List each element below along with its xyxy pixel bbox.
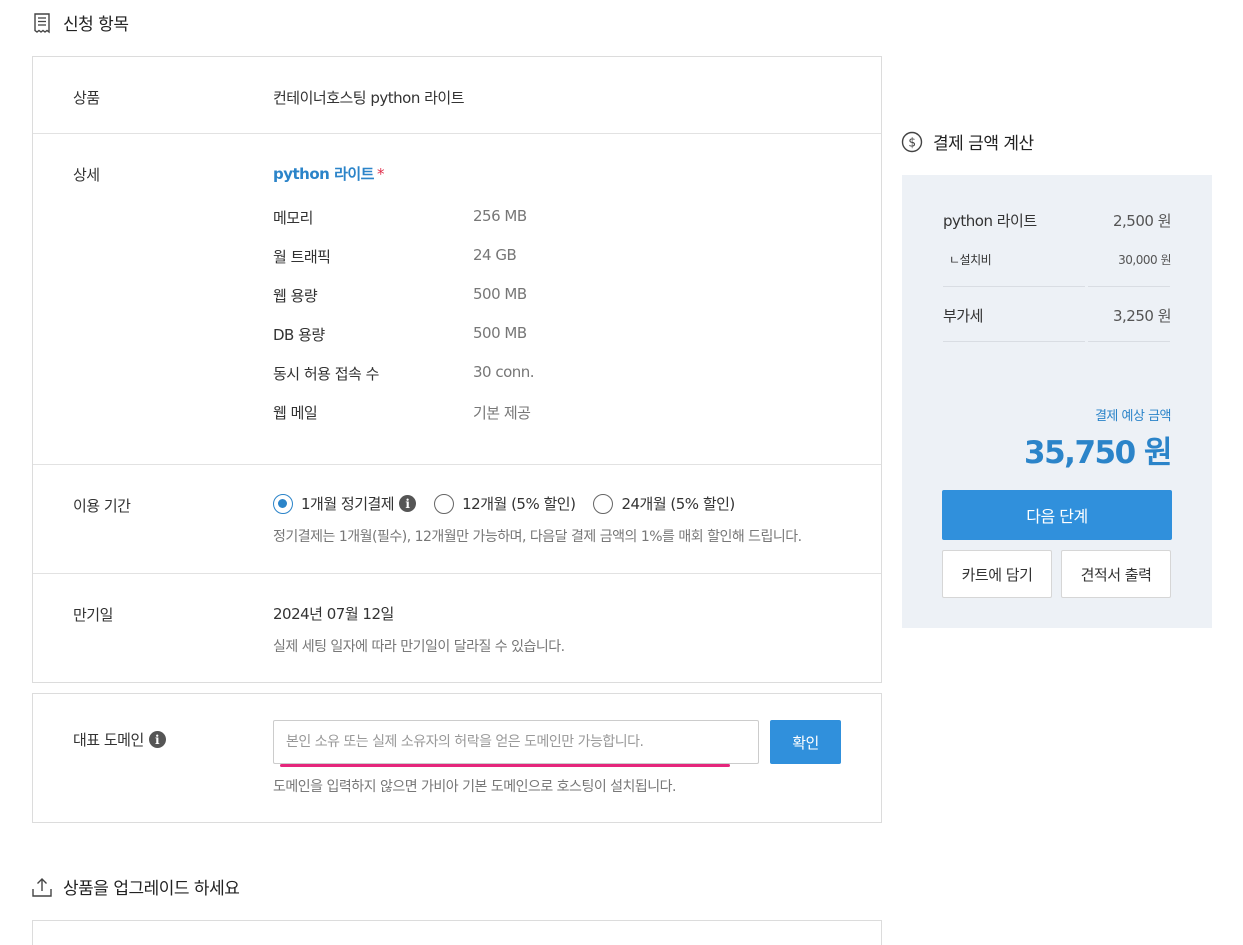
plan-title: python 라이트 * xyxy=(273,163,833,184)
payment-section-title-text: 결제 금액 계산 xyxy=(933,134,1034,154)
payment-section-title: $ 결제 금액 계산 xyxy=(901,129,1034,154)
receipt-icon xyxy=(31,12,53,34)
domain-label: 대표 도메인 i xyxy=(73,729,166,750)
upgrade-section-title: 상품을 업그레이드 하세요 xyxy=(31,874,240,899)
period-option-label: 24개월 (5% 할인) xyxy=(621,495,735,513)
order-details-box: 상품 컨테이너호스팅 python 라이트 상세 python 라이트 * 메모리… xyxy=(32,56,882,683)
period-option-12months[interactable]: 12개월 (5% 할인) xyxy=(434,493,576,514)
payment-line-value: 2,500 원 xyxy=(1112,212,1172,230)
radio-button[interactable] xyxy=(593,493,614,514)
expiry-date: 2024년 07월 12일 xyxy=(273,605,394,623)
period-row: 이용 기간 1개월 정기결제 i 12개월 (5% 할인) 24개월 (5% 할… xyxy=(33,465,881,574)
spec-key: DB 용량 xyxy=(273,326,325,344)
period-option-label: 12개월 (5% 할인) xyxy=(462,495,576,513)
spec-key: 월 트래픽 xyxy=(273,248,331,266)
domain-input[interactable] xyxy=(273,720,759,764)
domain-note: 도메인을 입력하지 않으면 가비아 기본 도메인으로 호스팅이 설치됩니다. xyxy=(273,779,677,795)
period-body: 1개월 정기결제 i 12개월 (5% 할인) 24개월 (5% 할인) 정기결… xyxy=(273,493,873,563)
spec-value: 24 GB xyxy=(473,246,517,264)
payment-line-key: ㄴ설치비 xyxy=(949,253,992,267)
info-icon[interactable]: i xyxy=(148,731,166,748)
payment-line-value: 30,000 원 xyxy=(1118,253,1171,267)
domain-label-text: 대표 도메인 xyxy=(73,731,144,749)
spec-value: 500 MB xyxy=(473,324,527,342)
spec-value: 256 MB xyxy=(473,207,527,225)
spec-key: 웹 용량 xyxy=(273,287,318,305)
order-section-title-text: 신청 항목 xyxy=(63,15,129,35)
domain-box: 대표 도메인 i 확인 도메인을 입력하지 않으면 가비아 기본 도메인으로 호… xyxy=(32,693,882,823)
divider xyxy=(943,286,1085,287)
spec-key: 메모리 xyxy=(273,209,313,227)
period-note: 정기결제는 1개월(필수), 12개월만 가능하며, 다음달 결제 금액의 1%… xyxy=(273,529,802,545)
period-option-24months[interactable]: 24개월 (5% 할인) xyxy=(593,493,735,514)
product-row: 상품 컨테이너호스팅 python 라이트 xyxy=(33,57,881,134)
spec-value: 500 MB xyxy=(473,285,527,303)
info-icon[interactable]: i xyxy=(399,495,417,512)
estimate-label: 결제 예상 금액 xyxy=(1094,409,1172,424)
detail-row: 상세 python 라이트 * 메모리 256 MB 월 트래픽 24 GB 웹 … xyxy=(33,134,881,465)
add-to-cart-button[interactable]: 카트에 담기 xyxy=(942,550,1052,598)
upload-icon xyxy=(31,876,53,898)
divider xyxy=(1088,286,1170,287)
expiry-row: 만기일 2024년 07월 12일 실제 세팅 일자에 따라 만기일이 달라질 … xyxy=(33,574,881,682)
payment-line-key: python 라이트 xyxy=(943,212,1037,230)
next-step-button[interactable]: 다음 단계 xyxy=(942,490,1172,540)
detail-label: 상세 xyxy=(73,166,100,184)
radio-button[interactable] xyxy=(434,493,455,514)
order-section-title: 신청 항목 xyxy=(31,10,129,35)
expiry-note: 실제 세팅 일자에 따라 만기일이 달라질 수 있습니다. xyxy=(273,639,565,655)
divider xyxy=(1088,341,1170,342)
divider xyxy=(943,341,1085,342)
spec-key: 웹 메일 xyxy=(273,404,318,422)
payment-panel: python 라이트 2,500 원 ㄴ설치비 30,000 원 부가세 3,2… xyxy=(902,175,1212,628)
print-quote-button[interactable]: 견적서 출력 xyxy=(1061,550,1171,598)
period-option-label: 1개월 정기결제 xyxy=(301,495,395,513)
expiry-label: 만기일 xyxy=(73,606,113,624)
payment-line-value: 3,250 원 xyxy=(1112,307,1172,325)
upgrade-section-title-text: 상품을 업그레이드 하세요 xyxy=(63,879,240,899)
svg-text:$: $ xyxy=(908,135,915,149)
period-option-1month[interactable]: 1개월 정기결제 i xyxy=(273,493,417,514)
detail-body: python 라이트 * 메모리 256 MB 월 트래픽 24 GB 웹 용량 … xyxy=(273,163,833,453)
spec-key: 동시 허용 접속 수 xyxy=(273,365,379,383)
period-radio-group: 1개월 정기결제 i 12개월 (5% 할인) 24개월 (5% 할인) xyxy=(273,493,753,514)
required-mark: * xyxy=(376,165,385,183)
plan-name: python 라이트 xyxy=(273,165,374,183)
confirm-domain-button[interactable]: 확인 xyxy=(770,720,841,764)
radio-button-selected[interactable] xyxy=(273,493,293,514)
highlight-underline xyxy=(280,764,730,767)
estimate-amount: 35,750 원 xyxy=(1024,435,1172,471)
expiry-body: 2024년 07월 12일 실제 세팅 일자에 따라 만기일이 달라질 수 있습… xyxy=(273,603,833,663)
period-label: 이용 기간 xyxy=(73,497,131,515)
dollar-circle-icon: $ xyxy=(901,131,923,153)
spec-value: 기본 제공 xyxy=(473,404,531,422)
product-value: 컨테이너호스팅 python 라이트 xyxy=(273,89,465,107)
upgrade-box xyxy=(32,920,882,945)
spec-value: 30 conn. xyxy=(473,363,535,381)
product-label: 상품 xyxy=(73,89,100,107)
payment-line-key: 부가세 xyxy=(943,307,983,325)
